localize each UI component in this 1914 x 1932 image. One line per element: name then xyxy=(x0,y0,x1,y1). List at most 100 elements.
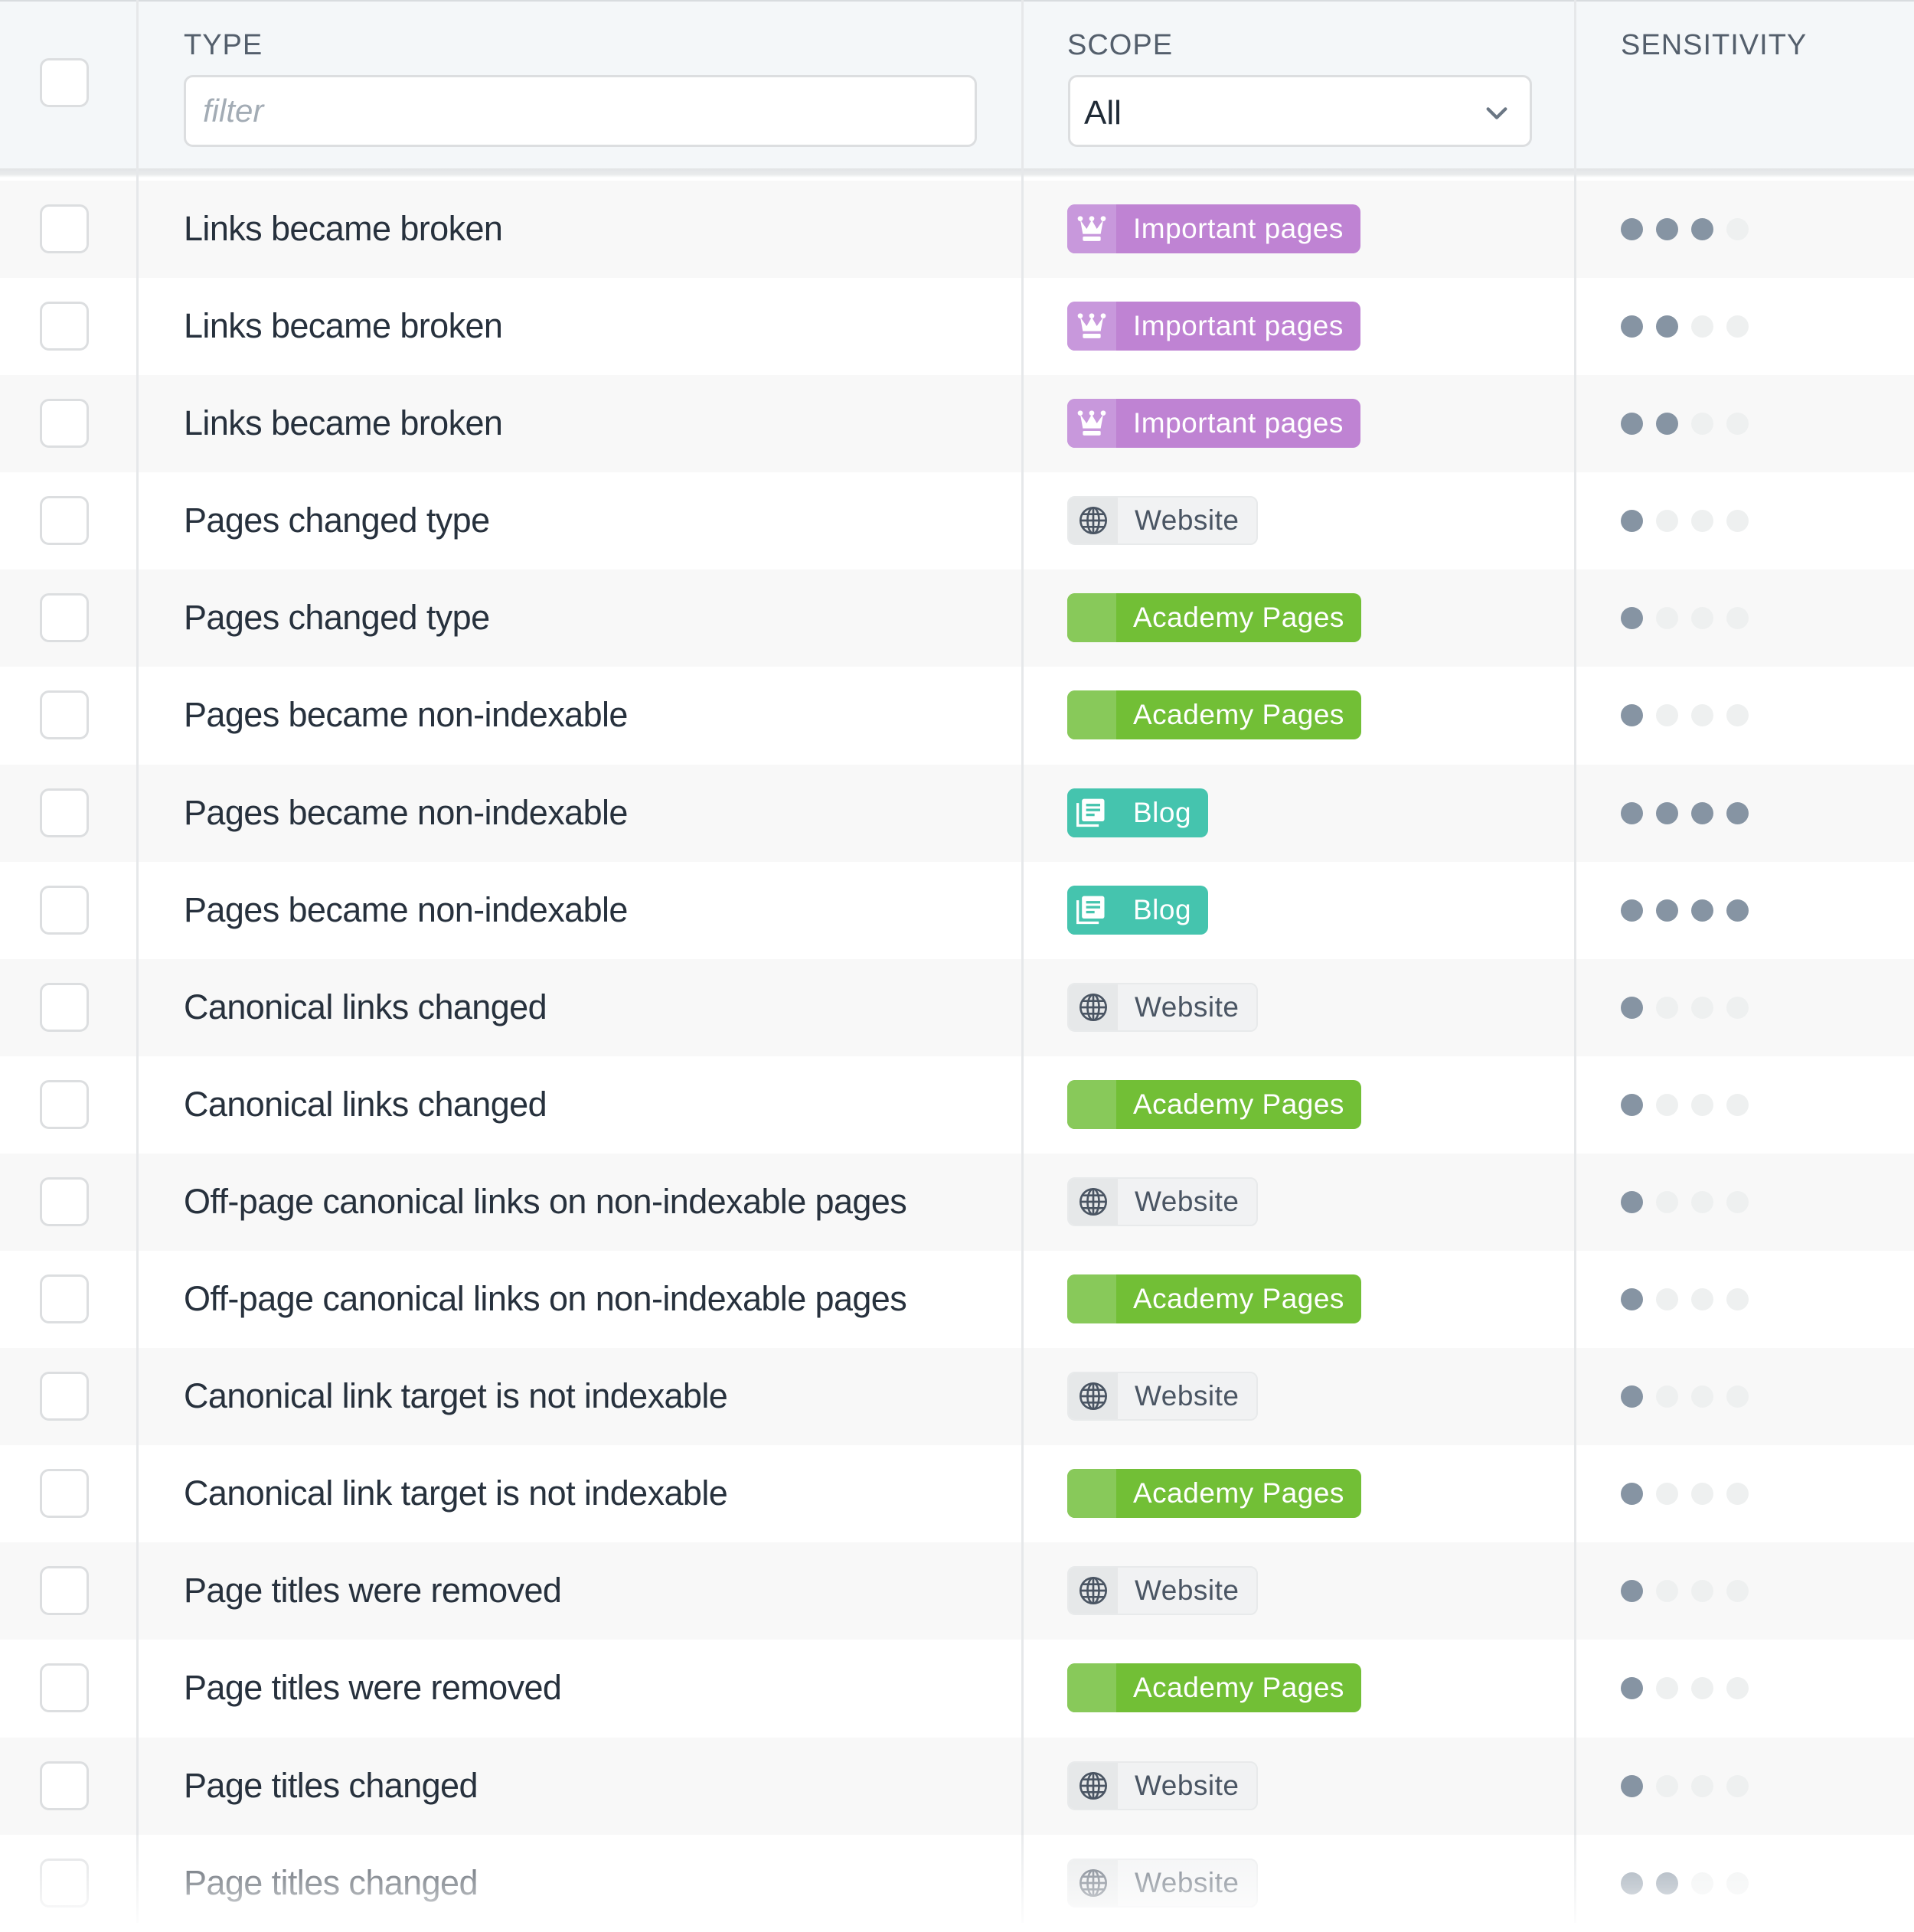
table-row[interactable]: Pages became non-indexable Blog xyxy=(0,764,1914,862)
alert-type: Pages changed type xyxy=(184,501,490,540)
scope-badge: Academy Pages xyxy=(1067,1079,1361,1129)
select-all-checkbox[interactable] xyxy=(40,58,89,107)
row-checkbox[interactable] xyxy=(40,399,89,449)
sensitivity-indicator xyxy=(1621,1385,1749,1408)
alert-type: Pages became non-indexable xyxy=(184,695,628,735)
row-checkbox[interactable] xyxy=(40,593,89,643)
table-row[interactable]: Page titles changed Website xyxy=(0,1737,1914,1835)
column-header-scope[interactable]: SCOPE xyxy=(1067,29,1173,62)
table-row[interactable]: Pages changed type Academy Pages xyxy=(0,569,1914,667)
sensitivity-dot-empty xyxy=(1726,1580,1749,1603)
sensitivity-dot-empty xyxy=(1691,413,1713,436)
alert-type: Pages became non-indexable xyxy=(184,889,628,929)
sensitivity-indicator xyxy=(1621,1483,1749,1506)
table-row[interactable]: Links became broken Important pages xyxy=(0,278,1914,376)
row-checkbox[interactable] xyxy=(40,1566,89,1616)
row-checkbox[interactable] xyxy=(40,204,89,253)
table-row[interactable]: Pages changed type Website xyxy=(0,472,1914,570)
sensitivity-dot-filled xyxy=(1621,996,1643,1019)
table-row[interactable]: Page titles were removed Academy Pages xyxy=(0,1640,1914,1738)
sensitivity-dot-empty xyxy=(1656,1093,1678,1116)
row-checkbox[interactable] xyxy=(40,1176,89,1226)
sensitivity-dot-empty xyxy=(1656,704,1678,727)
scope-badge: Website xyxy=(1067,1858,1258,1908)
row-checkbox[interactable] xyxy=(40,982,89,1032)
row-checkbox[interactable] xyxy=(40,496,89,546)
sensitivity-dot-empty xyxy=(1691,1483,1713,1506)
row-checkbox[interactable] xyxy=(40,1663,89,1713)
sensitivity-dot-filled xyxy=(1621,704,1643,727)
row-checkbox[interactable] xyxy=(40,1372,89,1421)
scope-badge-label: Blog xyxy=(1133,796,1192,828)
table-row[interactable]: Canonical link target is not indexable W… xyxy=(0,1348,1914,1446)
column-header-sensitivity[interactable]: SENSITIVITY xyxy=(1621,29,1807,62)
table-row[interactable]: Off-page canonical links on non-indexabl… xyxy=(0,1153,1914,1252)
scope-select[interactable]: All xyxy=(1068,75,1532,147)
sensitivity-dot-filled xyxy=(1621,801,1643,824)
color-swatch-icon xyxy=(1067,593,1116,643)
alert-type: Canonical link target is not indexable xyxy=(184,1376,728,1416)
sensitivity-dot-empty xyxy=(1726,1190,1749,1213)
alert-type: Canonical links changed xyxy=(184,1084,547,1124)
table-row[interactable]: Canonical link target is not indexable A… xyxy=(0,1445,1914,1543)
sensitivity-indicator xyxy=(1621,1190,1749,1213)
row-checkbox[interactable] xyxy=(40,690,89,740)
table-row[interactable]: Page titles were removed Website xyxy=(0,1542,1914,1640)
alert-type: Page titles were removed xyxy=(184,1571,562,1611)
row-checkbox[interactable] xyxy=(40,1079,89,1129)
row-checkbox[interactable] xyxy=(40,788,89,837)
sensitivity-indicator xyxy=(1621,1774,1749,1797)
alert-type: Links became broken xyxy=(184,403,503,443)
column-divider xyxy=(1574,0,1576,1923)
sensitivity-dot-filled xyxy=(1621,1483,1643,1506)
table-row[interactable]: Page titles changed Website xyxy=(0,1834,1914,1932)
sensitivity-indicator xyxy=(1621,1872,1749,1894)
scope-badge-label: Academy Pages xyxy=(1133,1283,1344,1315)
row-checkbox[interactable] xyxy=(40,1274,89,1324)
row-checkbox[interactable] xyxy=(40,1469,89,1519)
sensitivity-indicator xyxy=(1621,607,1749,630)
row-checkbox[interactable] xyxy=(40,1761,89,1810)
alerts-table-body: Links became broken Important pages Link… xyxy=(0,181,1914,1932)
sensitivity-dot-filled xyxy=(1621,218,1643,240)
sensitivity-dot-empty xyxy=(1691,1288,1713,1311)
sensitivity-dot-empty xyxy=(1726,413,1749,436)
sensitivity-dot-empty xyxy=(1726,1093,1749,1116)
sensitivity-dot-filled xyxy=(1691,218,1713,240)
sensitivity-dot-empty xyxy=(1726,1483,1749,1506)
sensitivity-dot-empty xyxy=(1691,1774,1713,1797)
table-row[interactable]: Off-page canonical links on non-indexabl… xyxy=(0,1251,1914,1349)
sensitivity-indicator xyxy=(1621,704,1749,727)
sensitivity-dot-empty xyxy=(1656,996,1678,1019)
sensitivity-dot-empty xyxy=(1656,1288,1678,1311)
sensitivity-indicator xyxy=(1621,218,1749,240)
sensitivity-indicator xyxy=(1621,510,1749,533)
scope-badge-label: Website xyxy=(1135,1575,1240,1607)
scope-badge: Academy Pages xyxy=(1067,593,1361,643)
row-checkbox[interactable] xyxy=(40,885,89,935)
scope-badge: Website xyxy=(1067,1761,1258,1810)
scope-badge-label: Academy Pages xyxy=(1133,602,1344,634)
sensitivity-dot-empty xyxy=(1691,607,1713,630)
column-header-type[interactable]: TYPE xyxy=(184,29,263,62)
color-swatch-icon xyxy=(1067,1274,1116,1324)
scope-badge-label: Website xyxy=(1135,1185,1240,1217)
sensitivity-dot-empty xyxy=(1691,996,1713,1019)
table-row[interactable]: Links became broken Important pages xyxy=(0,181,1914,279)
sensitivity-dot-empty xyxy=(1691,315,1713,338)
table-row[interactable]: Canonical links changed Website xyxy=(0,958,1914,1056)
alert-type: Page titles changed xyxy=(184,1765,478,1805)
table-row[interactable]: Pages became non-indexable Blog xyxy=(0,861,1914,959)
sensitivity-dot-empty xyxy=(1726,704,1749,727)
row-checkbox[interactable] xyxy=(40,1858,89,1908)
type-filter-input[interactable] xyxy=(184,75,977,147)
table-row[interactable]: Links became broken Important pages xyxy=(0,375,1914,473)
sensitivity-dot-filled xyxy=(1691,899,1713,922)
table-row[interactable]: Pages became non-indexable Academy Pages xyxy=(0,667,1914,765)
sensitivity-dot-filled xyxy=(1621,1093,1643,1116)
row-checkbox[interactable] xyxy=(40,302,89,351)
table-row[interactable]: Canonical links changed Academy Pages xyxy=(0,1056,1914,1154)
scope-badge: Important pages xyxy=(1067,204,1360,253)
sensitivity-dot-empty xyxy=(1726,1872,1749,1894)
column-divider xyxy=(136,0,139,1923)
